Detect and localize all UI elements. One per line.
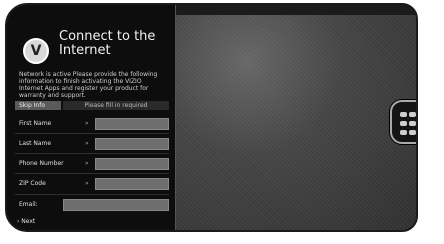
last-name-row: Last Name » bbox=[15, 138, 169, 150]
email-field[interactable] bbox=[63, 199, 169, 211]
remote-button bbox=[400, 112, 407, 117]
divider bbox=[15, 194, 169, 195]
field-separator: » bbox=[85, 120, 89, 127]
required-info-note: Please fill in required bbox=[63, 101, 169, 110]
first-name-label: First Name bbox=[19, 120, 52, 127]
tv-screen-frame: MEDIA ACCESS V Connect to the Internet N… bbox=[5, 3, 418, 232]
setup-panel: V Connect to the Internet Network is act… bbox=[7, 5, 176, 230]
remote-button bbox=[409, 121, 416, 126]
page-title: Connect to the Internet bbox=[59, 29, 156, 58]
top-band bbox=[175, 5, 416, 15]
remote-button bbox=[409, 112, 416, 117]
zip-code-row: ZIP Code » bbox=[15, 178, 169, 190]
divider bbox=[15, 153, 169, 154]
email-label: Email: bbox=[19, 201, 38, 208]
phone-number-row: Phone Number » bbox=[15, 158, 169, 170]
divider bbox=[15, 133, 169, 134]
remote-control-illustration bbox=[390, 100, 416, 144]
last-name-field[interactable] bbox=[95, 138, 169, 150]
first-name-row: First Name » bbox=[15, 118, 169, 130]
remote-button bbox=[400, 121, 407, 126]
remote-button bbox=[400, 130, 407, 135]
field-separator: » bbox=[85, 180, 89, 187]
zip-code-field[interactable] bbox=[95, 178, 169, 190]
zip-code-label: ZIP Code bbox=[19, 180, 46, 187]
field-separator: » bbox=[85, 160, 89, 167]
phone-number-label: Phone Number bbox=[19, 160, 64, 167]
field-separator: » bbox=[85, 140, 89, 147]
skip-info-button[interactable]: Skip Info bbox=[15, 101, 61, 110]
divider bbox=[15, 173, 169, 174]
first-name-field[interactable] bbox=[95, 118, 169, 130]
vizio-logo-icon: V bbox=[23, 38, 49, 64]
phone-number-field[interactable] bbox=[95, 158, 169, 170]
tv-background-area: MEDIA ACCESS bbox=[175, 5, 416, 230]
next-button[interactable]: › Next bbox=[17, 218, 35, 225]
remote-button bbox=[409, 130, 416, 135]
instruction-text: Network is active Please provide the fol… bbox=[19, 71, 158, 99]
tab-bar: Skip Info Please fill in required bbox=[15, 101, 169, 110]
last-name-label: Last Name bbox=[19, 140, 52, 147]
ghost-header-text: MEDIA ACCESS bbox=[223, 19, 296, 28]
